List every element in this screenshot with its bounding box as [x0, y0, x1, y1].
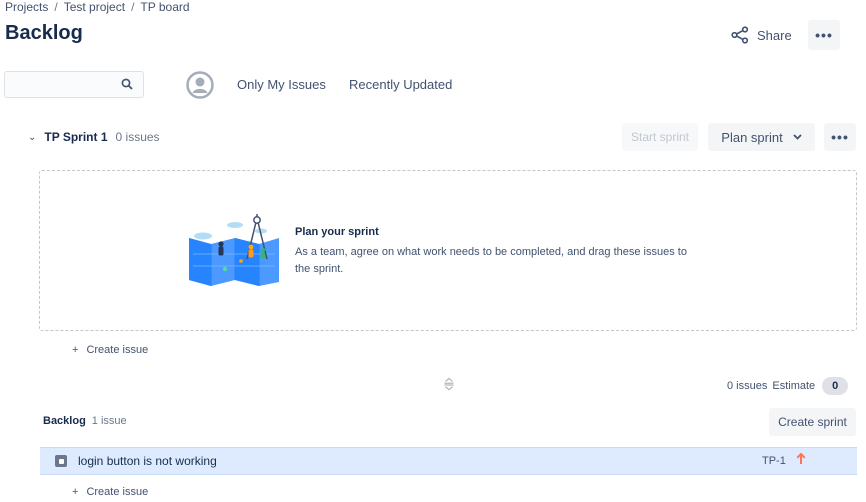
- create-sprint-button[interactable]: Create sprint: [769, 408, 856, 436]
- sprint-summary-count: 0 issues: [727, 380, 768, 392]
- backlog-issue-count: 1 issue: [91, 415, 127, 427]
- sprint-issue-count: 0 issues: [115, 130, 160, 144]
- issue-row[interactable]: login button is not working TP-1: [40, 447, 857, 475]
- estimate-label: Estimate: [772, 380, 816, 392]
- breadcrumb-separator: /: [131, 0, 135, 14]
- page-title: Backlog: [5, 22, 83, 44]
- user-avatar-icon[interactable]: [186, 71, 214, 99]
- issue-summary[interactable]: login button is not working: [78, 454, 217, 468]
- breadcrumb-tp-board[interactable]: TP board: [140, 0, 189, 14]
- plan-sprint-button[interactable]: Plan sprint: [708, 123, 815, 151]
- share-icon: [731, 26, 749, 44]
- share-button[interactable]: Share: [731, 26, 792, 44]
- plus-icon: +: [72, 344, 79, 356]
- breadcrumb-projects[interactable]: Projects: [5, 0, 48, 14]
- chevron-down-icon: [793, 134, 802, 140]
- plan-sprint-illustration: [189, 214, 279, 286]
- sprint-header[interactable]: ⌄ TP Sprint 1 0 issues: [28, 130, 160, 144]
- backlog-header: Backlog 1 issue: [43, 415, 127, 427]
- search-input[interactable]: [4, 71, 144, 98]
- breadcrumb-test-project[interactable]: Test project: [64, 0, 125, 14]
- share-label: Share: [757, 27, 792, 43]
- plus-icon: +: [72, 486, 79, 498]
- search-icon: [121, 78, 133, 90]
- filter-only-my-issues[interactable]: Only My Issues: [237, 77, 326, 92]
- sprint-name: TP Sprint 1: [44, 130, 108, 144]
- issue-type-icon: [55, 455, 67, 467]
- filter-recently-updated[interactable]: Recently Updated: [349, 77, 452, 92]
- page-more-button[interactable]: •••: [808, 20, 840, 50]
- create-issue-label: Create issue: [86, 344, 149, 356]
- breadcrumb: Projects / Test project / TP board: [5, 0, 190, 14]
- estimate-badge: 0: [822, 377, 849, 395]
- backlog-name: Backlog: [43, 415, 86, 427]
- create-issue-label: Create issue: [86, 486, 149, 498]
- sprint-estimate-summary: 0 issues Estimate 0: [727, 377, 849, 395]
- resize-handle-icon[interactable]: [443, 377, 455, 391]
- sprint-create-issue-button[interactable]: + Create issue: [72, 344, 148, 356]
- breadcrumb-separator: /: [54, 0, 58, 14]
- chevron-down-icon[interactable]: ⌄: [28, 132, 36, 143]
- start-sprint-button[interactable]: Start sprint: [622, 123, 698, 151]
- plan-sprint-title: Plan your sprint: [295, 226, 379, 238]
- issue-key[interactable]: TP-1: [762, 455, 786, 467]
- backlog-create-issue-button[interactable]: + Create issue: [72, 486, 148, 498]
- sprint-more-button[interactable]: •••: [824, 123, 856, 151]
- priority-high-icon: [796, 453, 806, 464]
- plan-sprint-label: Plan sprint: [721, 129, 783, 145]
- plan-sprint-description: As a team, agree on what work needs to b…: [295, 246, 687, 275]
